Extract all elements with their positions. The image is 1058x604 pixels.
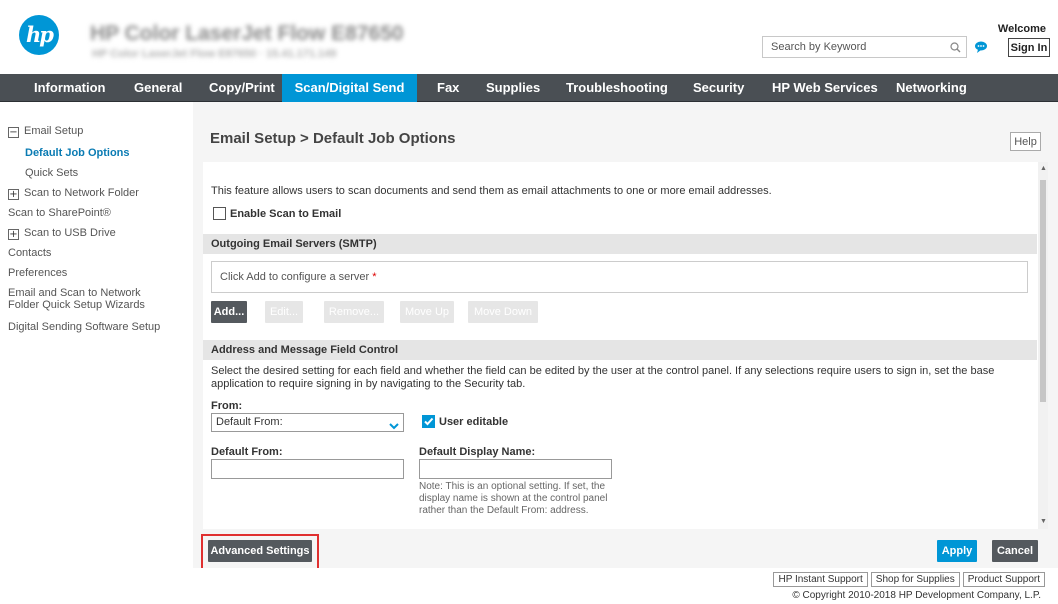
from-select-value: Default From: xyxy=(216,416,283,428)
tab-information[interactable]: Information xyxy=(24,74,116,102)
add-server-button[interactable]: Add... xyxy=(211,301,247,323)
tab-copy-print[interactable]: Copy/Print xyxy=(199,74,285,102)
shop-for-supplies-link[interactable]: Shop for Supplies xyxy=(870,572,960,587)
cancel-button[interactable]: Cancel xyxy=(992,540,1038,562)
search-icon[interactable] xyxy=(944,37,966,57)
help-button[interactable]: Help xyxy=(1010,132,1041,151)
action-bar: Advanced Settings Apply Cancel xyxy=(193,530,1058,570)
expand-icon[interactable]: + xyxy=(8,189,19,200)
scroll-up-icon[interactable]: ▲ xyxy=(1040,165,1047,173)
content-scrollbar[interactable]: ▲ ▼ xyxy=(1038,162,1048,529)
sidebar-item-email-setup[interactable]: − Email Setup xyxy=(8,125,83,138)
hp-instant-support-link[interactable]: HP Instant Support xyxy=(773,572,868,587)
from-select[interactable]: Default From: xyxy=(211,413,404,432)
sidebar-item-default-job-options[interactable]: Default Job Options xyxy=(25,147,130,159)
product-support-link[interactable]: Product Support xyxy=(962,572,1045,587)
feature-description: This feature allows users to scan docume… xyxy=(211,185,772,197)
sidebar-item-quick-sets[interactable]: Quick Sets xyxy=(25,167,78,179)
search-input[interactable] xyxy=(763,38,944,56)
smtp-section-header: Outgoing Email Servers (SMTP) xyxy=(203,234,1037,254)
copyright: © Copyright 2010-2018 HP Development Com… xyxy=(792,590,1041,601)
sidebar-item-label: Scan to USB Drive xyxy=(24,227,116,239)
expand-icon[interactable]: + xyxy=(8,229,19,240)
settings-content: This feature allows users to scan docume… xyxy=(203,162,1048,529)
server-placeholder: Click Add to configure a server xyxy=(220,271,370,283)
main-panel: Email Setup > Default Job Options Help T… xyxy=(193,102,1058,570)
support-links: HP Instant Support Shop for Supplies Pro… xyxy=(773,572,1045,587)
tab-hp-web-services[interactable]: HP Web Services xyxy=(762,74,888,102)
checkbox[interactable] xyxy=(422,415,435,428)
move-up-button[interactable]: Move Up xyxy=(400,301,454,323)
default-from-input[interactable] xyxy=(211,459,404,479)
sidebar-item-label: Email Setup xyxy=(24,125,84,137)
checkbox[interactable] xyxy=(213,207,226,220)
required-marker: * xyxy=(372,271,377,283)
sidebar-item-quick-setup-wizards[interactable]: Email and Scan to Network Folder Quick S… xyxy=(8,287,145,311)
device-info: HP Color LaserJet Flow E87650 · 15.41.17… xyxy=(92,48,337,60)
device-name: HP Color LaserJet Flow E87650 xyxy=(90,22,404,45)
user-editable-checkbox[interactable]: User editable xyxy=(422,415,508,428)
welcome-text: Welcome xyxy=(997,23,1046,35)
checkbox-label: Enable Scan to Email xyxy=(230,207,342,220)
edit-server-button[interactable]: Edit... xyxy=(265,301,303,323)
move-down-button[interactable]: Move Down xyxy=(468,301,538,323)
tab-networking[interactable]: Networking xyxy=(886,74,977,102)
remove-server-button[interactable]: Remove... xyxy=(324,301,384,323)
tab-general[interactable]: General xyxy=(124,74,192,102)
main-nav: Information General Copy/Print Scan/Digi… xyxy=(0,74,1058,102)
hp-logo: hp xyxy=(19,15,59,55)
sidebar-item-contacts[interactable]: Contacts xyxy=(8,247,51,259)
tab-security[interactable]: Security xyxy=(683,74,754,102)
sidebar-item-label: Email and Scan to Network xyxy=(8,287,141,299)
sidebar-item-label: Scan to Network Folder xyxy=(24,187,139,199)
sidebar-item-digital-sending-software-setup[interactable]: Digital Sending Software Setup xyxy=(8,321,160,333)
display-name-note: Note: This is an optional setting. If se… xyxy=(419,481,608,516)
page-title: Email Setup > Default Job Options xyxy=(210,130,456,147)
display-name-input[interactable] xyxy=(419,459,612,479)
sidebar-item-label: Folder Quick Setup Wizards xyxy=(8,299,145,311)
chevron-down-icon xyxy=(389,419,399,430)
sidebar: − Email Setup Default Job Options Quick S… xyxy=(0,102,193,568)
display-name-label: Default Display Name: xyxy=(419,446,536,458)
from-label: From: xyxy=(211,400,243,412)
apply-button[interactable]: Apply xyxy=(937,540,977,562)
sidebar-item-preferences[interactable]: Preferences xyxy=(8,267,67,279)
search-box[interactable] xyxy=(762,36,967,58)
sidebar-item-scan-to-sharepoint[interactable]: Scan to SharePoint® xyxy=(8,207,111,219)
tab-supplies[interactable]: Supplies xyxy=(476,74,550,102)
address-description: Select the desired setting for each fiel… xyxy=(211,365,995,390)
page-footer: HP Instant Support Shop for Supplies Pro… xyxy=(0,568,1058,604)
tab-troubleshooting[interactable]: Troubleshooting xyxy=(556,74,678,102)
address-section-header: Address and Message Field Control xyxy=(203,340,1037,360)
sidebar-item-scan-to-network-folder[interactable]: + Scan to Network Folder xyxy=(8,187,139,200)
smtp-server-list[interactable]: Click Add to configure a server * xyxy=(211,261,1028,293)
advanced-settings-button[interactable]: Advanced Settings xyxy=(208,540,312,562)
collapse-icon[interactable]: − xyxy=(8,127,19,138)
top-header: hp HP Color LaserJet Flow E87650 HP Colo… xyxy=(0,0,1058,74)
enable-scan-to-email-checkbox[interactable]: Enable Scan to Email xyxy=(213,207,341,220)
chat-icon[interactable] xyxy=(974,40,988,54)
tab-scan-digital-send[interactable]: Scan/Digital Send xyxy=(282,74,417,102)
scroll-thumb[interactable] xyxy=(1040,180,1046,402)
default-from-label: Default From: xyxy=(211,446,283,458)
sidebar-item-scan-to-usb-drive[interactable]: + Scan to USB Drive xyxy=(8,227,116,240)
tab-fax[interactable]: Fax xyxy=(427,74,469,102)
sign-in-button[interactable]: Sign In xyxy=(1008,38,1050,57)
checkbox-label: User editable xyxy=(439,415,509,428)
scroll-down-icon[interactable]: ▼ xyxy=(1040,518,1047,526)
